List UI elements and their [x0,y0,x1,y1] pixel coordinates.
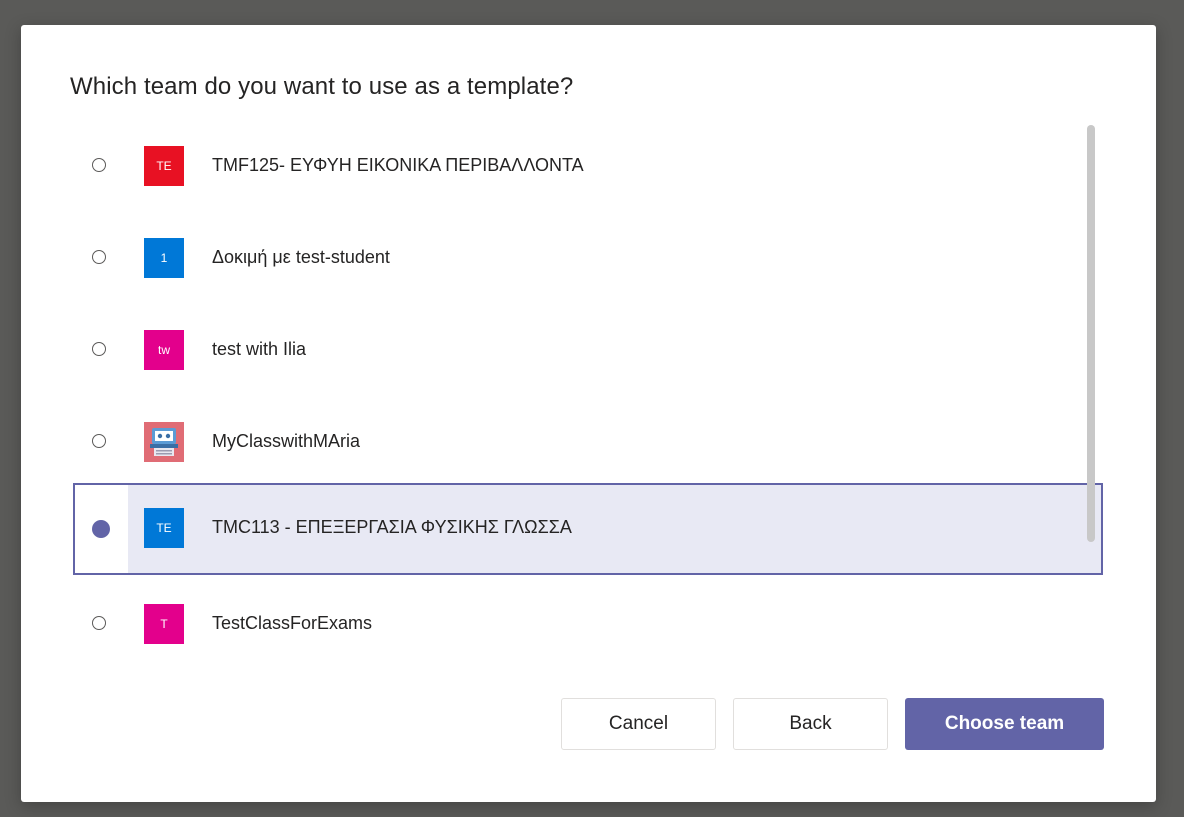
team-name: MyClasswithMAria [212,431,361,451]
team-name: Δοκιμή με test-student [212,247,390,267]
back-button[interactable]: Back [733,698,888,750]
team-avatar: 1 [144,238,184,278]
team-name: TMC113 - ΕΠΕΞΕΡΓΑΣΙΑ ΦΥΣΙΚΗΣ ΓΛΩΣΣΑ [212,517,572,537]
dialog-title: Which team do you want to use as a templ… [70,73,574,100]
team-avatar: T [144,604,184,644]
team-row[interactable]: tw test with Ilia [73,305,1103,393]
list-scrollbar[interactable] [1087,125,1095,542]
team-avatar: TE [144,508,184,548]
team-row[interactable]: MyClasswithMAria [73,397,1103,485]
radio-button[interactable] [92,342,106,356]
team-row[interactable]: T TestClassForExams [73,579,1103,667]
team-row-selected[interactable]: TE TMC113 - ΕΠΕΞΕΡΓΑΣΙΑ ΦΥΣΙΚΗΣ ΓΛΩΣΣΑ [73,483,1103,575]
team-name: TMF125- ΕΥΦΥΗ ΕΙΚΟΝΙΚΑ ΠΕΡΙΒΑΛΛΟΝΤΑ [212,155,584,175]
radio-button[interactable] [92,434,106,448]
choose-team-button[interactable]: Choose team [905,698,1104,750]
radio-button-selected[interactable] [92,520,110,538]
team-name: test with Ilia [212,339,307,359]
cancel-button[interactable]: Cancel [561,698,716,750]
team-avatar: tw [144,330,184,370]
team-row[interactable]: TE TMF125- ΕΥΦΥΗ ΕΙΚΟΝΙΚΑ ΠΕΡΙΒΑΛΛΟΝΤΑ [73,121,1103,209]
team-list: TE TMF125- ΕΥΦΥΗ ΕΙΚΟΝΙΚΑ ΠΕΡΙΒΑΛΛΟΝΤΑ 1… [73,121,1105,681]
team-row[interactable]: 1 Δοκιμή με test-student [73,213,1103,301]
choose-template-dialog: Which team do you want to use as a templ… [21,25,1156,802]
classroom-image-icon [144,422,184,462]
team-name: TestClassForExams [212,613,373,633]
radio-button[interactable] [92,616,106,630]
team-avatar: TE [144,146,184,186]
radio-button[interactable] [92,250,106,264]
radio-button[interactable] [92,158,106,172]
